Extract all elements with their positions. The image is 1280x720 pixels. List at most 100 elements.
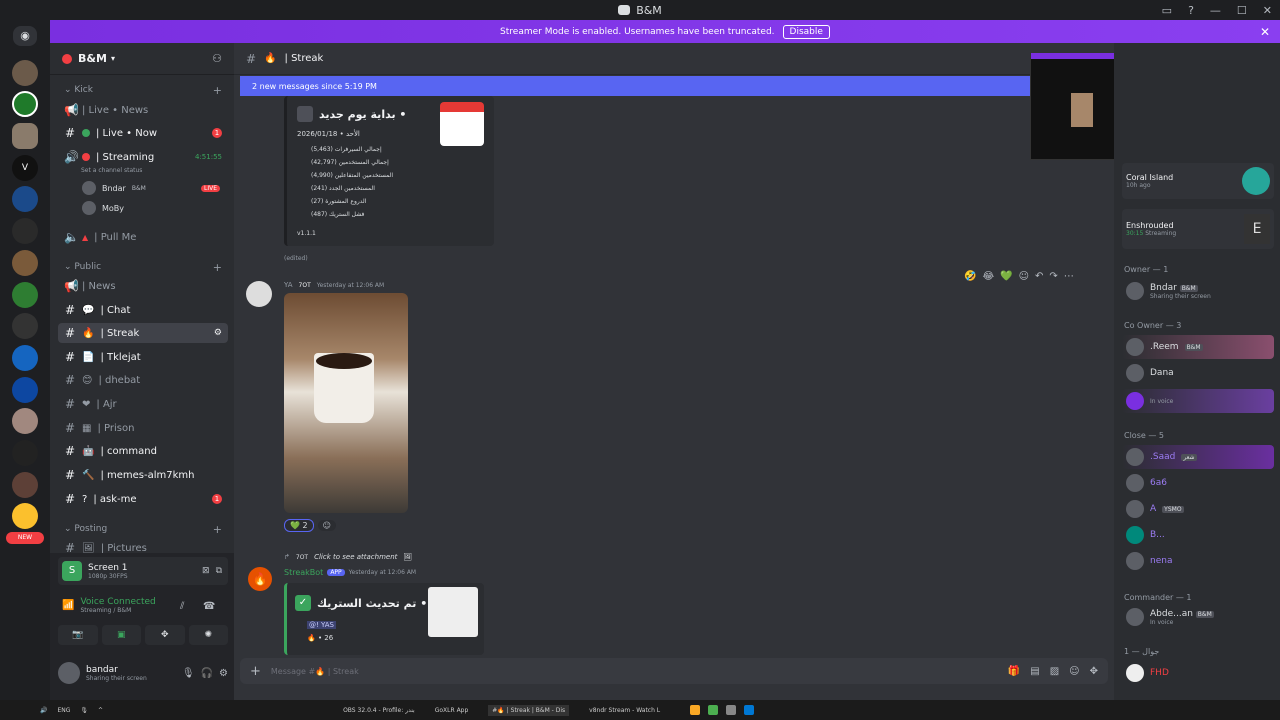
photo-attachment[interactable]	[284, 293, 408, 513]
channel-pictures[interactable]: # 🖼 | Pictures	[58, 538, 228, 553]
activities-icon[interactable]: ✥	[145, 625, 185, 645]
settings-icon[interactable]: ⚙	[214, 328, 222, 338]
emoji-icon[interactable]: ☺	[1069, 666, 1079, 677]
channel-memes[interactable]: # 🔨 | memes-alm7kmh	[58, 465, 228, 485]
server-icon[interactable]	[12, 123, 38, 149]
composer-placeholder[interactable]: Message #🔥 | Streak	[271, 667, 359, 676]
minimize-button[interactable]: —	[1210, 4, 1221, 17]
voice-channel-label[interactable]: Streaming / B&M	[80, 607, 155, 614]
volume-icon[interactable]: 🔊	[40, 707, 47, 714]
server-header[interactable]: B&M ▾ ⚇	[50, 43, 234, 75]
new-messages-bar[interactable]: 2 new messages since 5:19 PM	[240, 76, 1108, 96]
channel-pull-me[interactable]: 🔈 ▲ | Pull Me	[58, 227, 228, 247]
member-row[interactable]: A YSMO	[1122, 497, 1274, 521]
more-icon[interactable]: ⋯	[1064, 271, 1074, 282]
avatar[interactable]	[246, 281, 272, 307]
member-row[interactable]: .Reem B&M	[1122, 335, 1274, 359]
mic-icon[interactable]: 🎙	[80, 707, 88, 714]
reaction-laugh-icon[interactable]: 🤣	[964, 271, 976, 282]
server-icon[interactable]	[12, 377, 38, 403]
disconnect-icon[interactable]: ☎	[203, 601, 215, 612]
close-button[interactable]: ✕	[1263, 4, 1272, 17]
add-attachment-icon[interactable]: +	[250, 664, 261, 679]
channel-tklejat[interactable]: # 📄 | Tklejat	[58, 347, 228, 367]
message-composer[interactable]: + Message #🔥 | Streak 🎁 ▤ ▨ ☺ ✥	[240, 658, 1108, 684]
server-icon[interactable]	[12, 440, 38, 466]
close-banner-icon[interactable]: ✕	[1260, 25, 1270, 39]
channel-live-now[interactable]: # | Live • Now 1	[58, 123, 228, 143]
activity-card[interactable]: Coral Island 10h ago	[1122, 163, 1274, 199]
popout-icon[interactable]: ⧉	[216, 566, 222, 576]
camera-off-icon[interactable]: 📷	[58, 625, 98, 645]
member-row[interactable]: In voice	[1122, 389, 1274, 413]
voice-user-moby[interactable]: MoBy	[76, 198, 226, 218]
category-kick[interactable]: ⌄ Kick	[64, 85, 93, 95]
home-icon[interactable]: ◉	[13, 26, 37, 46]
windows-start-icon[interactable]	[744, 705, 755, 715]
inbox-icon[interactable]: ▭	[1162, 4, 1172, 17]
server-icon[interactable]	[12, 472, 38, 498]
chevron-up-icon[interactable]: ^	[98, 707, 103, 714]
channel-streak[interactable]: # 🔥 | Streak ⚙	[58, 323, 228, 343]
screen-share-card[interactable]: S Screen 1 1080p 30FPS ⊠ ⧉	[58, 557, 228, 585]
activity-card[interactable]: Enshrouded 30:15 Streaming E	[1122, 209, 1274, 249]
taskbar-app[interactable]: v8ndr Stream - Watch L	[589, 707, 660, 714]
reaction-heart-icon[interactable]: 💚	[1000, 271, 1012, 282]
server-icon[interactable]	[12, 313, 38, 339]
member-row[interactable]: Dana	[1122, 361, 1274, 385]
server-icon[interactable]	[12, 345, 38, 371]
gif-icon[interactable]: ▤	[1030, 666, 1039, 677]
channel-command[interactable]: # 🤖 | command	[58, 441, 228, 461]
microphone-icon[interactable]: 🎙	[182, 668, 195, 679]
category-posting[interactable]: ⌄ Posting	[64, 524, 107, 534]
taskbar-app[interactable]: OBS 32.0.4 - Profile: بندر	[343, 707, 415, 714]
add-channel-icon[interactable]: +	[213, 84, 222, 97]
channel-chat[interactable]: # 💬 | Chat	[58, 300, 228, 320]
add-reaction-icon[interactable]: ☺	[1019, 271, 1029, 282]
server-icon[interactable]	[12, 91, 38, 117]
member-row[interactable]: B...	[1122, 523, 1274, 547]
add-reaction-icon[interactable]: ☺	[317, 520, 336, 531]
author-name[interactable]: StreakBot	[284, 568, 323, 577]
new-badge[interactable]: NEW	[6, 532, 44, 544]
server-icon[interactable]: V	[12, 155, 38, 181]
app-icon[interactable]	[708, 705, 719, 715]
channel-news[interactable]: 📢 | News	[58, 276, 228, 296]
category-public[interactable]: ⌄ Public	[64, 262, 101, 272]
member-row[interactable]: 6a6	[1122, 471, 1274, 495]
server-icon[interactable]	[12, 408, 38, 434]
reply-preview[interactable]: ↱ 7OT Click to see attachment 🖼	[284, 553, 412, 561]
channel-live-news[interactable]: 📢 | Live • News	[58, 100, 228, 120]
disable-button[interactable]: Disable	[782, 24, 830, 39]
reaction-cry-icon[interactable]: 😂	[982, 271, 994, 282]
add-channel-icon[interactable]: +	[213, 523, 222, 536]
server-icon[interactable]	[12, 186, 38, 212]
help-icon[interactable]: ?	[1188, 4, 1194, 17]
channel-ask-me[interactable]: #? | ask-me 1	[58, 489, 228, 509]
server-icon[interactable]	[12, 503, 38, 529]
author-name[interactable]: YA	[284, 281, 293, 289]
add-channel-icon[interactable]: +	[213, 261, 222, 274]
channel-prison[interactable]: # ▦ | Prison	[58, 418, 228, 438]
member-row[interactable]: Bndar B&M Sharing their screen	[1122, 279, 1274, 303]
channel-status-hint[interactable]: Set a channel status	[81, 167, 142, 174]
reaction-pill[interactable]: 💚 2	[284, 519, 314, 532]
search-icon[interactable]	[726, 705, 737, 715]
settings-icon[interactable]: ⚙	[219, 668, 228, 679]
headphones-icon[interactable]: 🎧	[201, 668, 213, 679]
server-icon[interactable]	[12, 60, 38, 86]
sticker-icon[interactable]: ▨	[1050, 666, 1059, 677]
add-member-icon[interactable]: ⚇	[212, 52, 222, 65]
voice-connected-label[interactable]: Voice Connected	[80, 597, 155, 607]
stop-stream-icon[interactable]: ⊠	[202, 566, 210, 576]
forward-icon[interactable]: ↷	[1049, 271, 1057, 282]
soundboard-icon[interactable]: ✺	[188, 625, 228, 645]
apps-icon[interactable]: ✥	[1090, 666, 1098, 677]
gift-icon[interactable]: 🎁	[1008, 666, 1020, 677]
bot-avatar[interactable]: 🔥	[248, 567, 272, 591]
server-icon[interactable]	[12, 218, 38, 244]
server-icon[interactable]	[12, 250, 38, 276]
channel-dhebat[interactable]: # 😊 | dhebat	[58, 370, 228, 390]
taskbar-app[interactable]: GoXLR App	[435, 707, 469, 714]
voice-user-bndar[interactable]: Bndar B&M LIVE	[76, 178, 226, 198]
